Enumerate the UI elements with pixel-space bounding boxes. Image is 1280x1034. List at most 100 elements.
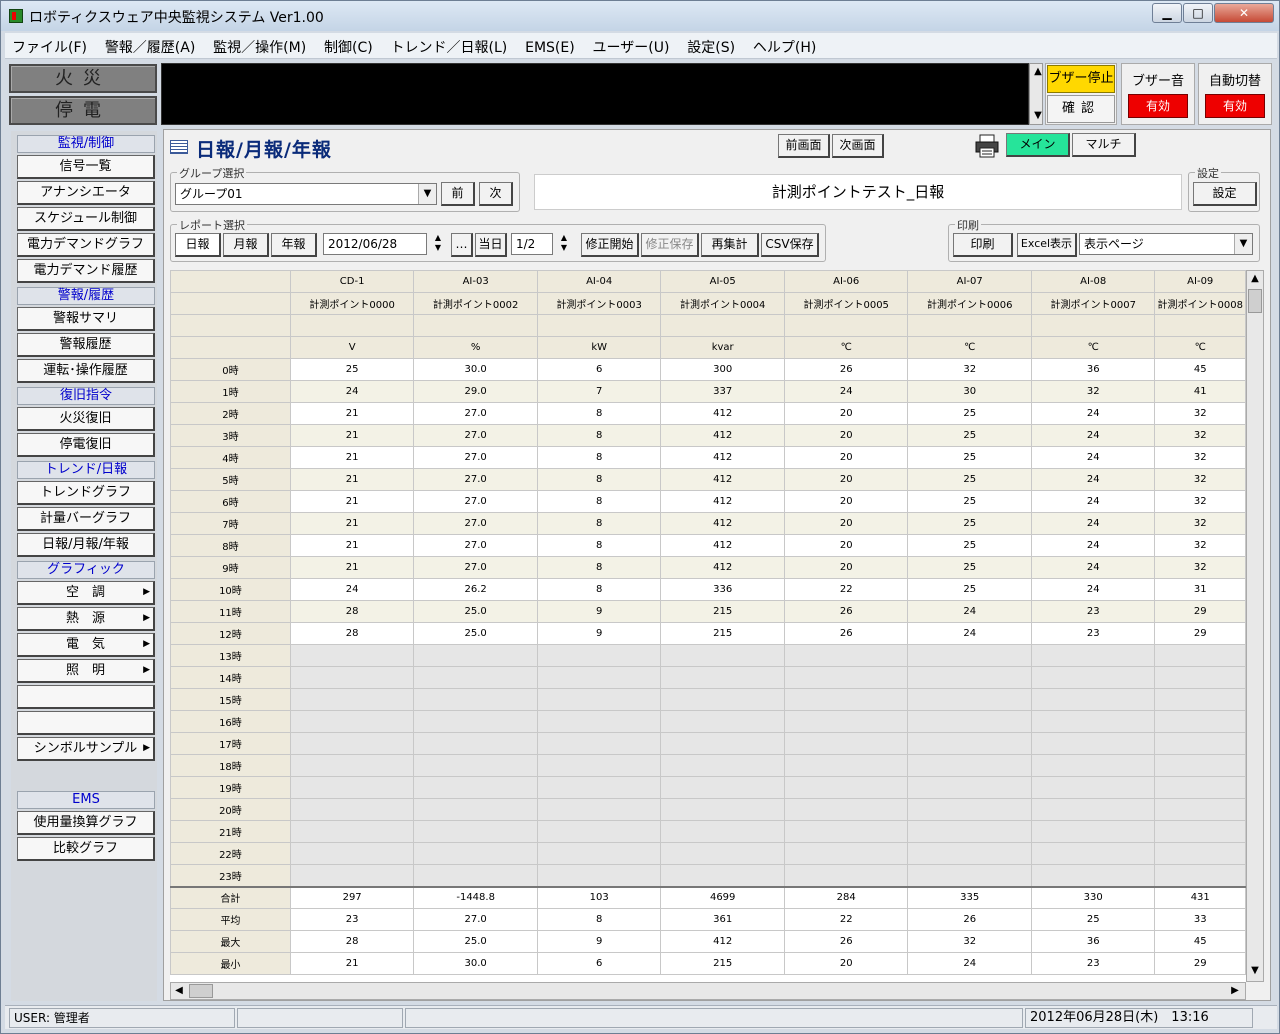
table-cell[interactable]: 8: [536, 578, 662, 601]
table-cell[interactable]: 25: [907, 402, 1032, 425]
sidebar-item-demand-history[interactable]: 電力デマンド履歴: [17, 259, 155, 283]
table-cell-empty[interactable]: [1030, 666, 1156, 689]
table-cell[interactable]: 32: [1154, 512, 1246, 535]
table-cell-empty[interactable]: [783, 842, 909, 865]
table-cell-empty[interactable]: [289, 732, 415, 755]
table-row[interactable]: 11時 28 25.0 9 215 26 24 23 29: [170, 600, 1246, 623]
table-cell-empty[interactable]: [413, 644, 538, 667]
date-spinner[interactable]: ▲ ▼: [429, 233, 447, 255]
table-cell-empty[interactable]: [289, 798, 415, 821]
table-cell-empty[interactable]: [660, 798, 785, 821]
table-row[interactable]: 15時: [170, 688, 1246, 711]
table-cell-empty[interactable]: [1154, 732, 1246, 755]
scroll-left-icon[interactable]: ◀: [171, 983, 187, 999]
table-row[interactable]: 13時: [170, 644, 1246, 667]
table-cell[interactable]: 25.0: [413, 600, 538, 623]
group-dropdown[interactable]: グループ01 ▼: [175, 183, 437, 205]
table-cell-empty[interactable]: [660, 666, 785, 689]
sidebar-item-operation-history[interactable]: 運転･操作履歴: [17, 359, 155, 383]
table-cell[interactable]: 32: [1154, 446, 1246, 469]
table-cell[interactable]: 20: [783, 468, 909, 491]
table-cell[interactable]: 25: [907, 446, 1032, 469]
table-cell[interactable]: 8: [536, 446, 662, 469]
table-cell[interactable]: 9: [536, 600, 662, 623]
table-cell[interactable]: 30.0: [413, 358, 538, 381]
table-cell[interactable]: 24: [1030, 512, 1156, 535]
sidebar-item-compare-graph[interactable]: 比較グラフ: [17, 837, 155, 861]
scroll-thumb[interactable]: [1248, 289, 1262, 313]
table-cell[interactable]: 21: [289, 534, 415, 557]
table-cell[interactable]: 26: [783, 358, 909, 381]
sidebar-item-signal-list[interactable]: 信号一覧: [17, 155, 155, 179]
table-cell[interactable]: 412: [660, 424, 785, 447]
next-screen-button[interactable]: 次画面: [832, 134, 884, 158]
table-cell-empty[interactable]: [413, 710, 538, 733]
menu-help[interactable]: ヘルプ(H): [746, 33, 823, 61]
auto-switch-toggle[interactable]: 有効: [1205, 94, 1265, 118]
table-cell-empty[interactable]: [660, 710, 785, 733]
table-cell-empty[interactable]: [907, 820, 1032, 843]
settings-button[interactable]: 設定: [1193, 182, 1257, 206]
table-cell-empty[interactable]: [783, 732, 909, 755]
today-button[interactable]: 当日: [475, 233, 507, 257]
table-row[interactable]: 14時: [170, 666, 1246, 689]
table-cell[interactable]: 27.0: [413, 468, 538, 491]
table-cell[interactable]: 32: [1154, 424, 1246, 447]
maximize-button[interactable]: □: [1183, 3, 1213, 23]
table-cell[interactable]: 24: [783, 380, 909, 403]
table-cell[interactable]: 8: [536, 402, 662, 425]
table-cell[interactable]: 22: [783, 578, 909, 601]
table-cell-empty[interactable]: [536, 842, 662, 865]
table-cell-empty[interactable]: [1154, 820, 1246, 843]
table-cell[interactable]: 24: [1030, 556, 1156, 579]
table-cell-empty[interactable]: [1030, 798, 1156, 821]
table-cell-empty[interactable]: [907, 842, 1032, 865]
table-cell-empty[interactable]: [783, 776, 909, 799]
table-cell[interactable]: 8: [536, 424, 662, 447]
table-cell[interactable]: 21: [289, 468, 415, 491]
main-view-button[interactable]: メイン: [1006, 133, 1070, 157]
menu-file[interactable]: ファイル(F): [5, 33, 94, 61]
sidebar-item-heat-source[interactable]: 熱 源 ▶: [17, 607, 155, 631]
date-picker-button[interactable]: …: [451, 233, 473, 257]
table-cell-empty[interactable]: [413, 776, 538, 799]
table-cell-empty[interactable]: [660, 842, 785, 865]
scroll-thumb[interactable]: [189, 984, 213, 998]
grid-vertical-scrollbar[interactable]: ▲ ▼: [1246, 270, 1264, 982]
table-cell[interactable]: 412: [660, 446, 785, 469]
table-cell[interactable]: 28: [289, 600, 415, 623]
table-cell[interactable]: 24: [1030, 468, 1156, 491]
table-row[interactable]: 4時 21 27.0 8 412 20 25 24 32: [170, 446, 1246, 469]
menu-monitor-operation[interactable]: 監視／操作(M): [206, 33, 313, 61]
table-cell-empty[interactable]: [907, 732, 1032, 755]
table-row[interactable]: 16時: [170, 710, 1246, 733]
table-cell-empty[interactable]: [289, 666, 415, 689]
sidebar-item-alarm-history[interactable]: 警報履歴: [17, 333, 155, 357]
date-input[interactable]: 2012/06/28: [323, 233, 427, 255]
table-cell-empty[interactable]: [660, 688, 785, 711]
table-cell-empty[interactable]: [413, 798, 538, 821]
confirm-button[interactable]: 確認: [1047, 95, 1115, 123]
table-cell[interactable]: 20: [783, 534, 909, 557]
table-cell[interactable]: 25: [907, 512, 1032, 535]
sidebar-item-meter-bar-graph[interactable]: 計量バーグラフ: [17, 507, 155, 531]
table-cell-empty[interactable]: [413, 732, 538, 755]
table-cell-empty[interactable]: [1030, 644, 1156, 667]
sidebar-item-lighting[interactable]: 照 明 ▶: [17, 659, 155, 683]
table-cell[interactable]: 300: [660, 358, 785, 381]
table-row[interactable]: 7時 21 27.0 8 412 20 25 24 32: [170, 512, 1246, 535]
table-cell-empty[interactable]: [289, 864, 415, 887]
table-cell-empty[interactable]: [1030, 710, 1156, 733]
table-row[interactable]: 8時 21 27.0 8 412 20 25 24 32: [170, 534, 1246, 557]
table-cell[interactable]: 27.0: [413, 424, 538, 447]
table-cell-empty[interactable]: [783, 644, 909, 667]
table-cell[interactable]: 32: [907, 358, 1032, 381]
yearly-tab[interactable]: 年報: [271, 233, 317, 257]
table-cell[interactable]: 24: [289, 578, 415, 601]
table-cell-empty[interactable]: [660, 776, 785, 799]
table-cell[interactable]: 32: [1154, 556, 1246, 579]
group-prev-button[interactable]: 前: [441, 182, 475, 206]
group-next-button[interactable]: 次: [479, 182, 513, 206]
table-cell-empty[interactable]: [907, 798, 1032, 821]
table-cell-empty[interactable]: [536, 798, 662, 821]
